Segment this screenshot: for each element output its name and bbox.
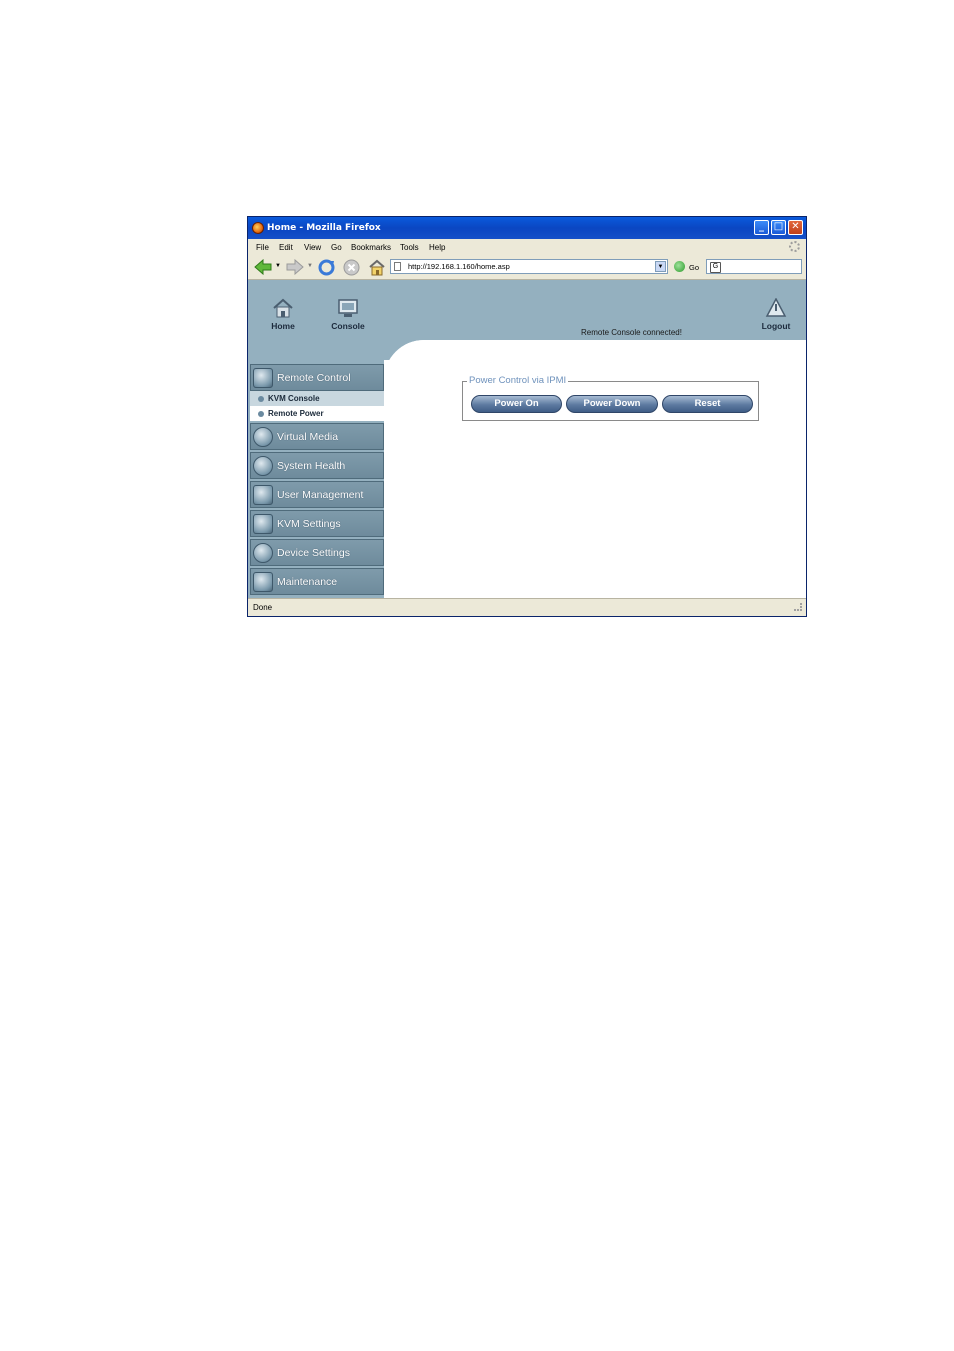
- close-button[interactable]: ✕: [788, 220, 803, 235]
- wrench-icon: [253, 571, 273, 592]
- status-bar: Done: [248, 598, 806, 616]
- sidebar-item-label: User Management: [277, 488, 364, 501]
- sidebar-item-label: Remote Control: [277, 371, 351, 384]
- sidebar-item-label: Device Settings: [277, 546, 350, 559]
- menu-bookmarks[interactable]: Bookmarks: [351, 243, 391, 252]
- power-on-button[interactable]: Power On: [471, 395, 562, 413]
- search-engine-icon[interactable]: G: [710, 262, 721, 273]
- health-icon: [253, 455, 273, 476]
- sidebar-item-label: System Health: [277, 459, 346, 472]
- window-controls: _ □ ✕: [754, 220, 803, 235]
- search-input[interactable]: G: [706, 259, 802, 274]
- menu-tools[interactable]: Tools: [400, 243, 419, 252]
- window-title: Home - Mozilla Firefox: [267, 223, 381, 233]
- connection-status: Remote Console connected!: [581, 328, 682, 337]
- menu-view[interactable]: View: [304, 243, 321, 252]
- home-link[interactable]: Home: [266, 298, 300, 331]
- sidebar-item-label: KVM Settings: [277, 517, 341, 530]
- maximize-button[interactable]: □: [771, 220, 786, 235]
- minimize-button[interactable]: _: [754, 220, 769, 235]
- logout-link[interactable]: Logout: [758, 298, 794, 331]
- sidebar-item-kvm-settings[interactable]: KVM Settings: [250, 510, 384, 537]
- power-control-legend: Power Control via IPMI: [467, 375, 569, 386]
- reset-button[interactable]: Reset: [662, 395, 753, 413]
- stop-icon[interactable]: [343, 259, 360, 276]
- sidebar-item-label: Virtual Media: [277, 430, 339, 443]
- sidebar-subitem-remote-power[interactable]: Remote Power: [250, 406, 384, 421]
- go-icon[interactable]: [674, 261, 685, 272]
- title-bar: Home - Mozilla Firefox _ □ ✕: [248, 217, 806, 239]
- sidebar-item-virtual-media[interactable]: Virtual Media: [250, 423, 384, 450]
- back-dropdown-icon[interactable]: ▼: [275, 263, 281, 269]
- bullet-icon: [258, 410, 264, 417]
- console-label: Console: [331, 321, 365, 331]
- address-bar[interactable]: http://192.168.1.160/home.asp ▼: [390, 259, 668, 274]
- menu-file[interactable]: File: [256, 243, 269, 252]
- go-button[interactable]: Go: [689, 263, 699, 272]
- console-monitor-icon: [338, 299, 358, 317]
- sidebar-item-maintenance[interactable]: Maintenance: [250, 568, 384, 595]
- home-label: Home: [271, 321, 295, 331]
- address-dropdown-icon[interactable]: ▼: [655, 261, 666, 272]
- kvm-settings-icon: [253, 513, 273, 534]
- address-input[interactable]: http://192.168.1.160/home.asp: [408, 260, 510, 273]
- forward-arrow-icon[interactable]: [286, 259, 304, 275]
- bullet-icon: [258, 395, 264, 402]
- sidebar-item-label: Maintenance: [277, 575, 338, 588]
- throbber-icon: [789, 241, 800, 252]
- sidebar-subitem-label: KVM Console: [268, 394, 320, 403]
- menu-bar: File Edit View Go Bookmarks Tools Help: [248, 239, 806, 255]
- power-down-button[interactable]: Power Down: [566, 395, 658, 413]
- home-nav-icon: [273, 298, 293, 318]
- forward-dropdown-icon[interactable]: ▼: [307, 263, 313, 269]
- reload-icon[interactable]: [318, 259, 335, 276]
- page-icon: [394, 262, 401, 271]
- status-text: Done: [253, 603, 273, 612]
- logout-icon: [765, 298, 787, 317]
- sidebar-menu: Remote Control KVM Console Remote Power …: [250, 364, 384, 597]
- menu-edit[interactable]: Edit: [279, 243, 293, 252]
- home-icon[interactable]: [368, 259, 386, 276]
- sidebar-item-device-settings[interactable]: Device Settings: [250, 539, 384, 566]
- sidebar-subitem-label: Remote Power: [268, 409, 324, 418]
- power-control-group: Power Control via IPMI Power On Power Do…: [462, 375, 759, 421]
- disc-icon: [253, 426, 273, 447]
- gear-icon: [253, 542, 273, 563]
- sidebar-subitem-kvm-console[interactable]: KVM Console: [250, 391, 384, 406]
- back-arrow-icon[interactable]: [254, 259, 272, 275]
- sidebar-item-remote-control[interactable]: Remote Control: [250, 364, 384, 391]
- console-link[interactable]: Console: [328, 298, 368, 331]
- firefox-icon: [252, 222, 264, 234]
- browser-window: Home - Mozilla Firefox _ □ ✕ File Edit V…: [247, 216, 807, 617]
- web-page: Home Console Logout Remote Console conne…: [248, 280, 806, 598]
- menu-go[interactable]: Go: [331, 243, 342, 252]
- remote-control-icon: [253, 367, 273, 388]
- menu-help[interactable]: Help: [429, 243, 445, 252]
- users-icon: [253, 484, 273, 505]
- sidebar-item-system-health[interactable]: System Health: [250, 452, 384, 479]
- main-content-area: [384, 340, 806, 598]
- resize-grip-icon[interactable]: [794, 603, 802, 611]
- navigation-toolbar: ▼ ▼ http://192.168.1.160/home.asp ▼ Go G: [248, 255, 806, 280]
- logout-label: Logout: [761, 321, 791, 331]
- sidebar-item-user-management[interactable]: User Management: [250, 481, 384, 508]
